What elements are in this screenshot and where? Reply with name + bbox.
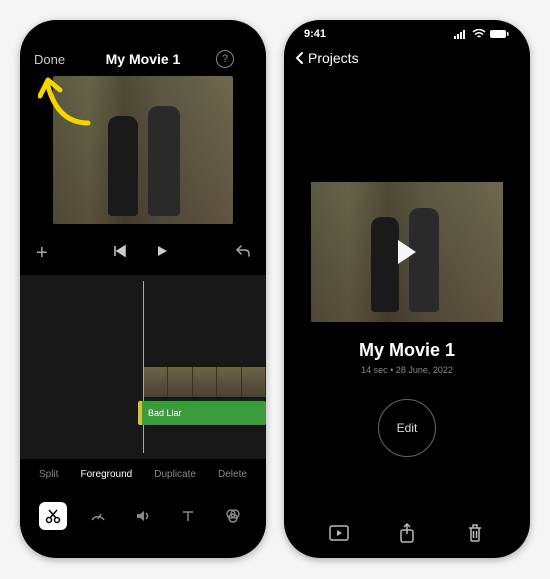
skip-start-button[interactable] (113, 244, 127, 263)
duplicate-button[interactable]: Duplicate (154, 469, 196, 480)
split-button[interactable]: Split (39, 469, 58, 480)
edit-label: Edit (397, 421, 418, 435)
volume-tool[interactable] (129, 502, 157, 530)
edit-button[interactable]: Edit (378, 399, 436, 457)
bottom-actions (284, 522, 530, 544)
undo-button[interactable] (234, 244, 250, 263)
project-title: My Movie 1 (284, 340, 530, 361)
battery-icon (490, 29, 510, 39)
speed-tool[interactable] (84, 502, 112, 530)
status-time: 9:41 (304, 28, 326, 40)
status-bar (20, 20, 266, 44)
trim-tool[interactable] (39, 502, 67, 530)
video-preview[interactable] (53, 76, 233, 224)
project-meta: 14 sec • 28 June, 2022 (284, 365, 530, 375)
wifi-icon (472, 29, 486, 39)
audio-clip[interactable]: Bad Liar (138, 401, 266, 425)
movie-title: My Movie 1 (70, 51, 216, 67)
text-tool[interactable] (174, 502, 202, 530)
project-thumbnail[interactable] (304, 182, 510, 322)
project-screen: 9:41 Projects My Movie 1 14 sec • 28 Jun… (284, 20, 530, 558)
help-button[interactable]: ? (216, 50, 252, 68)
help-icon: ? (216, 50, 234, 68)
chevron-left-icon (294, 51, 304, 65)
play-icon (398, 240, 416, 264)
done-button[interactable]: Done (34, 52, 70, 67)
video-clip[interactable] (144, 367, 266, 397)
status-icons (454, 29, 510, 39)
toolbar (20, 490, 266, 546)
filters-tool[interactable] (219, 502, 247, 530)
delete-button[interactable]: Delete (218, 469, 247, 480)
back-label: Projects (308, 50, 359, 66)
add-media-button[interactable]: + (36, 242, 48, 265)
playback-controls: + (20, 224, 266, 271)
editor-screen: Done My Movie 1 ? + (20, 20, 266, 558)
timeline[interactable]: Bad Liar (20, 275, 266, 459)
view-button[interactable] (328, 522, 350, 544)
play-button[interactable] (155, 244, 169, 263)
delete-button[interactable] (464, 522, 486, 544)
share-button[interactable] (396, 522, 418, 544)
foreground-button[interactable]: Foreground (81, 469, 133, 480)
back-button[interactable]: Projects (284, 44, 530, 72)
status-bar: 9:41 (284, 20, 530, 44)
editor-header: Done My Movie 1 ? (20, 44, 266, 74)
audio-clip-label: Bad Liar (148, 408, 182, 418)
signal-icon (454, 29, 468, 39)
clip-actions: Split Foreground Duplicate Delete (20, 459, 266, 490)
